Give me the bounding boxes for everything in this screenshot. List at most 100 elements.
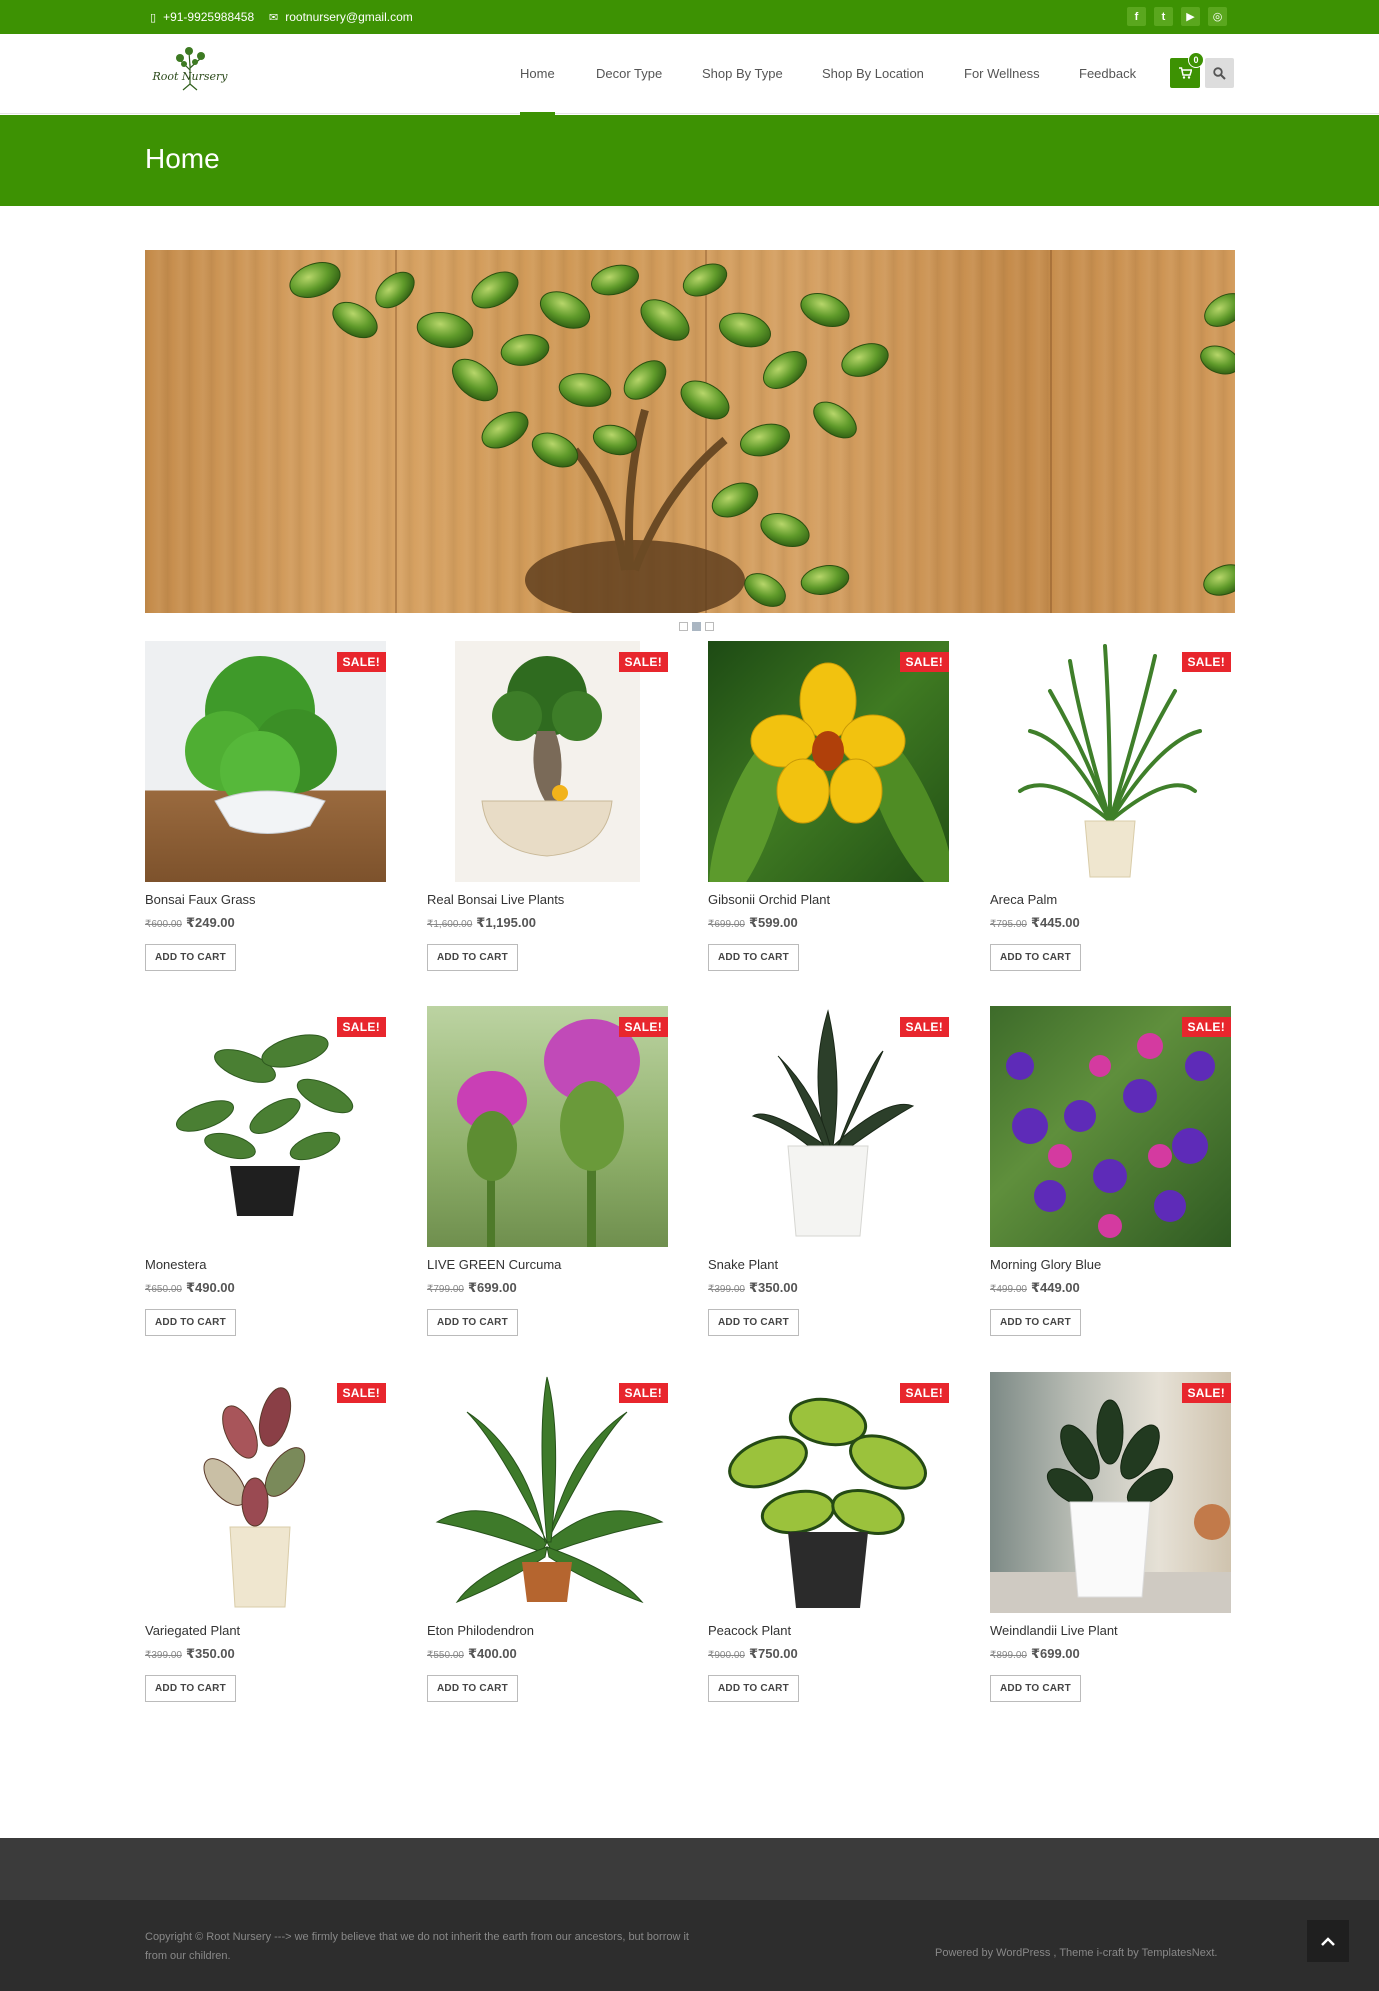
old-price: ₹550.00 [427, 1650, 464, 1661]
instagram-icon[interactable]: ◎ [1208, 7, 1227, 26]
sale-badge: SALE! [1181, 1017, 1231, 1037]
product-name[interactable]: Peacock Plant [708, 1623, 791, 1638]
add-to-cart-button[interactable]: ADD TO CART [990, 1675, 1081, 1702]
old-price: ₹399.00 [145, 1650, 182, 1661]
nav-home[interactable]: Home [520, 34, 555, 115]
sale-badge: SALE! [618, 1383, 668, 1403]
add-to-cart-button[interactable]: ADD TO CART [708, 1675, 799, 1702]
product-price: ₹600.00 ₹249.00 [145, 914, 235, 932]
add-to-cart-button[interactable]: ADD TO CART [990, 1309, 1081, 1336]
product-name[interactable]: Morning Glory Blue [990, 1257, 1101, 1272]
nav-feedback[interactable]: Feedback [1079, 34, 1136, 114]
product-image[interactable]: SALE! [708, 1372, 949, 1613]
mail-icon: ✉ [269, 11, 279, 24]
slider-dot-active[interactable] [692, 622, 701, 631]
product-card: SALE! Morning Glory Blue ₹499.00 ₹449.00 … [990, 1006, 1231, 1346]
product-image[interactable]: SALE! [708, 641, 949, 882]
jade-plant-image [289, 262, 1235, 613]
add-to-cart-button[interactable]: ADD TO CART [427, 944, 518, 971]
site-logo[interactable]: Root Nursery [145, 46, 235, 92]
product-image[interactable]: SALE! [708, 1006, 949, 1247]
slider-dot[interactable] [679, 622, 688, 631]
facebook-icon[interactable]: f [1127, 7, 1146, 26]
phone-icon: ▯ [150, 11, 157, 24]
search-icon [1213, 66, 1226, 80]
product-card: SALE! Gibsonii Orchid Plant ₹699.00 ₹599.… [708, 641, 949, 981]
product-price: ₹795.00 ₹445.00 [990, 914, 1080, 932]
product-name[interactable]: Variegated Plant [145, 1623, 240, 1638]
sale-price: ₹599.00 [748, 915, 798, 930]
product-name[interactable]: Gibsonii Orchid Plant [708, 892, 830, 907]
product-image[interactable]: SALE! [145, 641, 386, 882]
cart-count-badge: 0 [1188, 52, 1204, 68]
product-name[interactable]: Areca Palm [990, 892, 1057, 907]
add-to-cart-button[interactable]: ADD TO CART [990, 944, 1081, 971]
nav-decor-type[interactable]: Decor Type [596, 34, 662, 114]
logo-tree-icon [176, 47, 205, 91]
youtube-icon[interactable]: ▶ [1181, 7, 1200, 26]
old-price: ₹900.00 [708, 1650, 745, 1661]
product-card: SALE! Eton Philodendron ₹550.00 ₹400.00 A… [427, 1372, 668, 1712]
email-address[interactable]: rootnursery@gmail.com [285, 10, 413, 24]
product-image[interactable]: SALE! [990, 1006, 1231, 1247]
product-image[interactable]: SALE! [990, 1372, 1231, 1613]
phone-contact: ▯ +91-9925988458 [150, 0, 254, 34]
slider-pagination [679, 622, 714, 631]
nav-shop-by-location[interactable]: Shop By Location [822, 34, 924, 114]
product-name[interactable]: Eton Philodendron [427, 1623, 534, 1638]
add-to-cart-button[interactable]: ADD TO CART [708, 1309, 799, 1336]
add-to-cart-button[interactable]: ADD TO CART [427, 1309, 518, 1336]
product-name[interactable]: Real Bonsai Live Plants [427, 892, 564, 907]
product-image[interactable]: SALE! [427, 1006, 668, 1247]
product-card: SALE! Peacock Plant ₹900.00 ₹750.00 ADD T… [708, 1372, 949, 1712]
product-image[interactable]: SALE! [145, 1372, 386, 1613]
top-bar: ▯ +91-9925988458 ✉ rootnursery@gmail.com… [0, 0, 1379, 34]
site-header: Root Nursery Home Decor Type Shop By Typ… [0, 34, 1379, 115]
sale-price: ₹445.00 [1030, 915, 1080, 930]
product-name[interactable]: Snake Plant [708, 1257, 778, 1272]
old-price: ₹499.00 [990, 1284, 1027, 1295]
old-price: ₹399.00 [708, 1284, 745, 1295]
footer-powered-by[interactable]: Powered by WordPress , Theme i-craft by … [935, 1947, 1217, 1959]
product-card: SALE! LIVE GREEN Curcuma ₹799.00 ₹699.00 … [427, 1006, 668, 1346]
logo-text: Root Nursery [152, 70, 228, 83]
chevron-up-icon [1321, 1937, 1335, 1946]
back-to-top-button[interactable] [1307, 1920, 1349, 1962]
sale-price: ₹350.00 [748, 1280, 798, 1295]
page-title-band: Home [0, 115, 1379, 206]
add-to-cart-button[interactable]: ADD TO CART [145, 944, 236, 971]
sale-price: ₹249.00 [185, 915, 235, 930]
twitter-icon[interactable]: t [1154, 7, 1173, 26]
add-to-cart-button[interactable]: ADD TO CART [145, 1309, 236, 1336]
product-price: ₹1,600.00 ₹1,195.00 [427, 914, 536, 932]
sale-badge: SALE! [899, 1017, 949, 1037]
old-price: ₹600.00 [145, 919, 182, 930]
product-image[interactable]: SALE! [145, 1006, 386, 1247]
product-price: ₹399.00 ₹350.00 [145, 1645, 235, 1663]
footer-copyright: Copyright © Root Nursery ---> we firmly … [145, 1931, 689, 1962]
nav-shop-by-type[interactable]: Shop By Type [702, 34, 783, 114]
product-image[interactable]: SALE! [427, 641, 668, 882]
slider-dot[interactable] [705, 622, 714, 631]
hero-slider[interactable] [145, 250, 1235, 613]
product-card: SALE! Bonsai Faux Grass ₹600.00 ₹249.00 A… [145, 641, 386, 981]
search-button[interactable] [1205, 58, 1234, 88]
page-title: Home [145, 143, 220, 174]
add-to-cart-button[interactable]: ADD TO CART [145, 1675, 236, 1702]
product-image[interactable]: SALE! [990, 641, 1231, 882]
sale-price: ₹699.00 [467, 1280, 517, 1295]
add-to-cart-button[interactable]: ADD TO CART [427, 1675, 518, 1702]
product-price: ₹699.00 ₹599.00 [708, 914, 798, 932]
product-price: ₹650.00 ₹490.00 [145, 1279, 235, 1297]
product-name[interactable]: LIVE GREEN Curcuma [427, 1257, 561, 1272]
sale-badge: SALE! [618, 652, 668, 672]
product-image[interactable]: SALE! [427, 1372, 668, 1613]
product-price: ₹399.00 ₹350.00 [708, 1279, 798, 1297]
add-to-cart-button[interactable]: ADD TO CART [708, 944, 799, 971]
product-name[interactable]: Bonsai Faux Grass [145, 892, 256, 907]
email-contact[interactable]: ✉ rootnursery@gmail.com [269, 0, 413, 34]
nav-for-wellness[interactable]: For Wellness [964, 34, 1040, 114]
product-name[interactable]: Weindlandii Live Plant [990, 1623, 1118, 1638]
product-name[interactable]: Monestera [145, 1257, 206, 1272]
sale-price: ₹449.00 [1030, 1280, 1080, 1295]
